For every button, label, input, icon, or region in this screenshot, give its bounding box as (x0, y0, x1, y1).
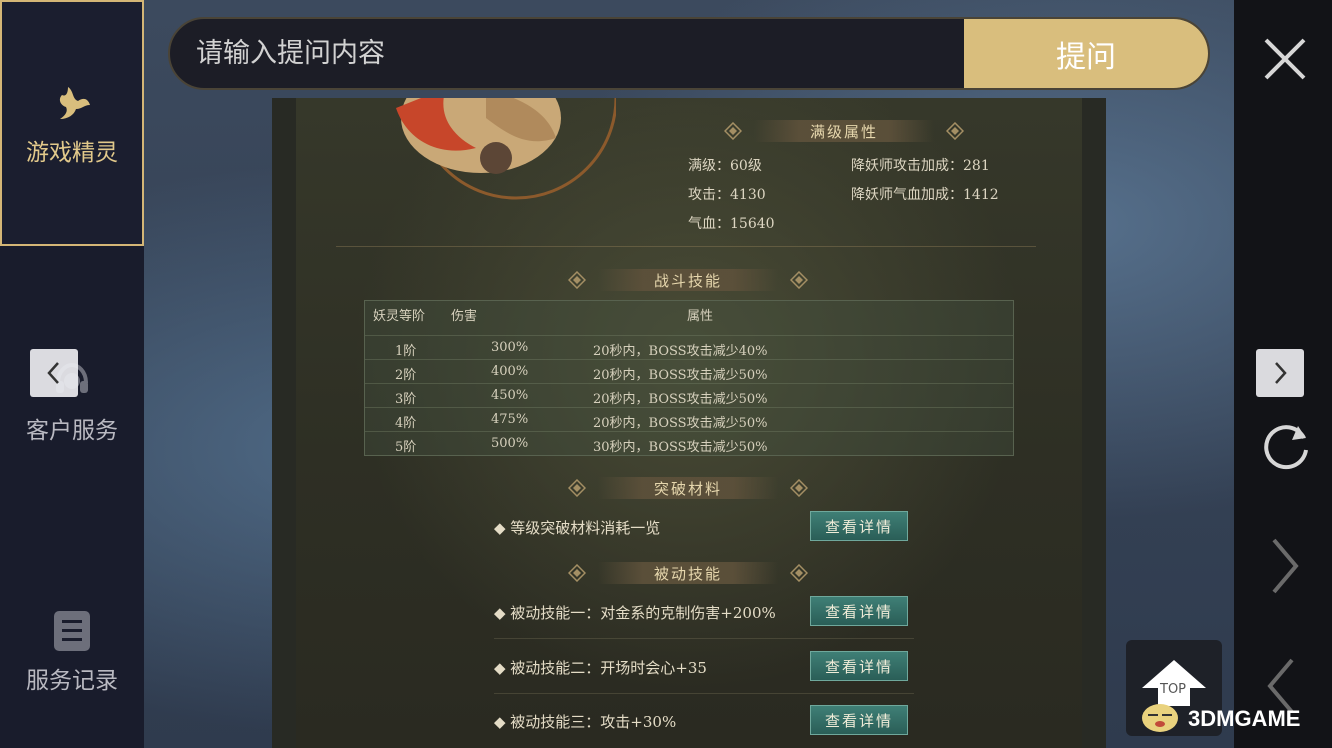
breakthrough-materials-item: ◆ 等级突破材料消耗一览 (494, 519, 661, 537)
divider (336, 246, 1036, 247)
sidebar: 游戏精灵 客户服务 服务记录 (0, 0, 144, 748)
diamond-ornament-icon (568, 564, 586, 582)
passive-skill-item: ◆ 被动技能三：攻击+30% (494, 713, 677, 731)
attr-attack: 攻击：4130 (688, 187, 766, 203)
diamond-ornament-icon (790, 479, 808, 497)
prev-page-button[interactable] (30, 349, 78, 397)
view-details-button[interactable]: 查看详情 (810, 596, 908, 626)
top-label: TOP (1160, 682, 1187, 697)
chevron-left-icon (47, 362, 59, 384)
right-rail (1234, 0, 1332, 748)
diamond-ornament-icon (946, 122, 964, 140)
sidebar-item-customer-service[interactable]: 客户服务 (0, 278, 144, 524)
mascot-icon (1142, 704, 1178, 732)
view-details-button[interactable]: 查看详情 (810, 651, 908, 681)
diamond-ornament-icon (568, 479, 586, 497)
attr-demon-attack: 降妖师攻击加成：281 (851, 158, 990, 174)
diamond-ornament-icon (790, 564, 808, 582)
forward-icon[interactable] (1270, 536, 1300, 596)
attr-level: 满级：60级 (688, 158, 762, 174)
table-header: 妖灵等阶 伤害 属性 (373, 309, 714, 324)
sidebar-item-label: 服务记录 (26, 668, 118, 694)
list-icon (54, 611, 90, 651)
question-search-bar: 提问 (168, 17, 1210, 90)
table-row: 2阶 400% 20秒内，BOSS攻击减少50% (365, 359, 1013, 383)
table-row: 5阶 500% 30秒内，BOSS攻击减少50% (365, 431, 1013, 455)
battle-skill-table: 妖灵等阶 伤害 属性 1阶 300% 20秒内，BOSS攻击减少40% 2阶 4… (364, 300, 1014, 456)
diamond-ornament-icon (724, 122, 742, 140)
ask-button[interactable]: 提问 (964, 19, 1208, 88)
passive-skill-item: ◆ 被动技能二：开场时会心+35 (494, 659, 707, 677)
close-icon[interactable] (1262, 36, 1308, 82)
sidebar-item-service-records[interactable]: 服务记录 (0, 528, 144, 748)
view-details-button[interactable]: 查看详情 (810, 511, 908, 541)
next-page-button[interactable] (1256, 349, 1304, 397)
section-title-full-level: 满级属性 (720, 118, 968, 144)
question-input[interactable] (170, 19, 964, 88)
table-row: 1阶 300% 20秒内，BOSS攻击减少40% (365, 335, 1013, 359)
passive-skill-item: ◆ 被动技能一：对金系的克制伤害+200% (494, 604, 776, 622)
sidebar-item-game-fairy[interactable]: 游戏精灵 (0, 0, 144, 246)
divider (494, 638, 914, 639)
table-row: 3阶 450% 20秒内，BOSS攻击减少50% (365, 383, 1013, 407)
section-title-passive: 被动技能 (564, 560, 812, 586)
section-title-breakthrough: 突破材料 (564, 475, 812, 501)
chevron-right-icon (1275, 362, 1287, 384)
diamond-ornament-icon (790, 271, 808, 289)
section-title-battle-skill: 战斗技能 (564, 267, 812, 293)
character-portrait-image (396, 98, 616, 200)
watermark-logo: 3DMGAME (1188, 706, 1301, 731)
refresh-icon[interactable] (1258, 418, 1314, 474)
table-row: 4阶 475% 20秒内，BOSS攻击减少50% (365, 407, 1013, 431)
attr-demon-hp: 降妖师气血加成：1412 (851, 187, 999, 203)
sidebar-item-label: 客户服务 (26, 418, 118, 444)
divider (494, 693, 914, 694)
content-panel: 满级属性 满级：60级 攻击：4130 气血：15640 降妖师攻击加成：281… (296, 98, 1082, 748)
attr-hp: 气血：15640 (688, 216, 775, 232)
fairy-icon (59, 87, 90, 119)
view-details-button[interactable]: 查看详情 (810, 705, 908, 735)
sidebar-item-label: 游戏精灵 (26, 140, 118, 166)
diamond-ornament-icon (568, 271, 586, 289)
